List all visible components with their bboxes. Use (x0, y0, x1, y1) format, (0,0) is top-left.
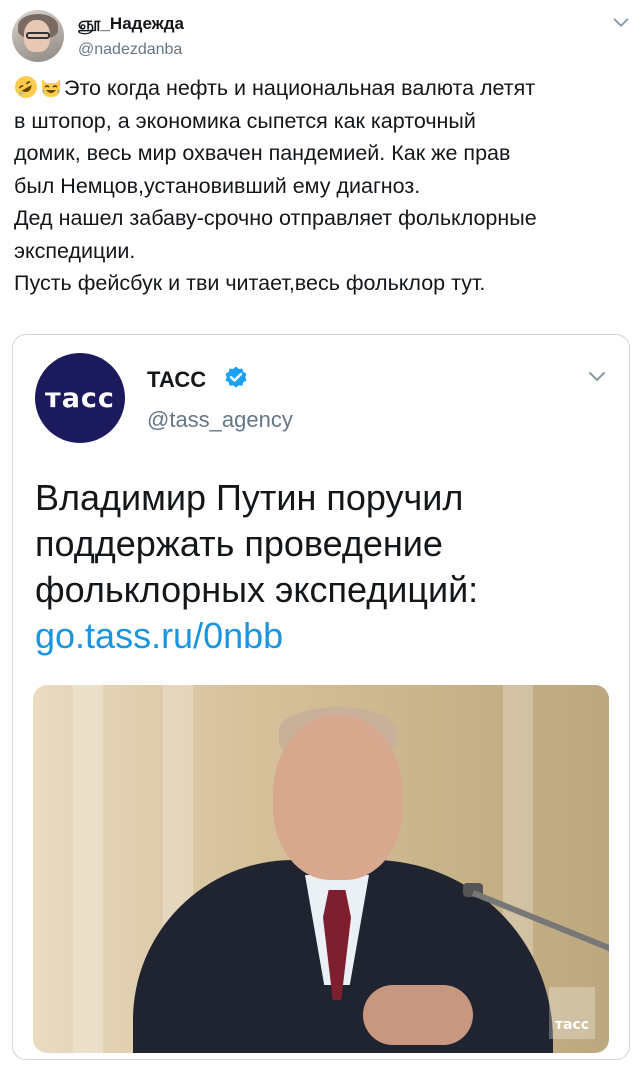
tweet-text-line: Пусть фейсбук и тви читает,весь фольклор… (14, 271, 486, 295)
user-avatar[interactable] (12, 10, 64, 62)
quoted-tweet-text: Владимир Путин поручил поддержать провед… (35, 475, 615, 659)
tweet-text: Это когда нефть и национальная валюта ле… (14, 72, 634, 300)
tass-avatar[interactable]: тасс (35, 353, 125, 443)
chevron-down-icon[interactable] (585, 365, 609, 389)
chevron-down-icon[interactable] (610, 12, 632, 34)
quoted-handle[interactable]: @tass_agency (147, 407, 293, 433)
quoted-text-line: Владимир Путин поручил (35, 477, 464, 518)
tass-watermark: тасс (549, 987, 595, 1039)
tweet-text-line: экспедиции. (14, 238, 136, 263)
tweet-text-line: Дед нашел забаву-срочно отправляет фольк… (14, 206, 537, 230)
quoted-text-line: фольклорных экспедиций: (35, 569, 479, 610)
tweet-text-line: Это когда нефть и национальная валюта ле… (14, 72, 634, 105)
quoted-tweet-card[interactable]: тасс ТАСС @tass_agency Владимир Путин по… (12, 334, 630, 1060)
quoted-link[interactable]: go.tass.ru/0nbb (35, 613, 615, 659)
verified-badge-icon (225, 366, 247, 388)
tweet-header: ஞூ_Надежда @nadezdanba (12, 10, 632, 70)
quoted-display-name[interactable]: ТАСС (147, 367, 206, 393)
rolling-laughing-emoji-icon (14, 76, 37, 98)
quoted-photo[interactable]: тасс (33, 685, 609, 1053)
user-handle[interactable]: @nadezdanba (78, 41, 182, 59)
tweet-text-line: домик, весь мир охвачен пандемией. Как ж… (14, 141, 511, 165)
quoted-text-line: поддержать проведение (35, 523, 443, 564)
tass-logo-text: тасс (45, 382, 115, 414)
tweet-text-line: был Немцов,установивший ему диагноз. (14, 173, 421, 198)
laughing-cat-emoji-icon (42, 79, 60, 97)
tweet-text-line: в штопор, а экономика сыпется как карточ… (14, 108, 476, 133)
display-name[interactable]: ஞூ_Надежда (78, 14, 184, 36)
